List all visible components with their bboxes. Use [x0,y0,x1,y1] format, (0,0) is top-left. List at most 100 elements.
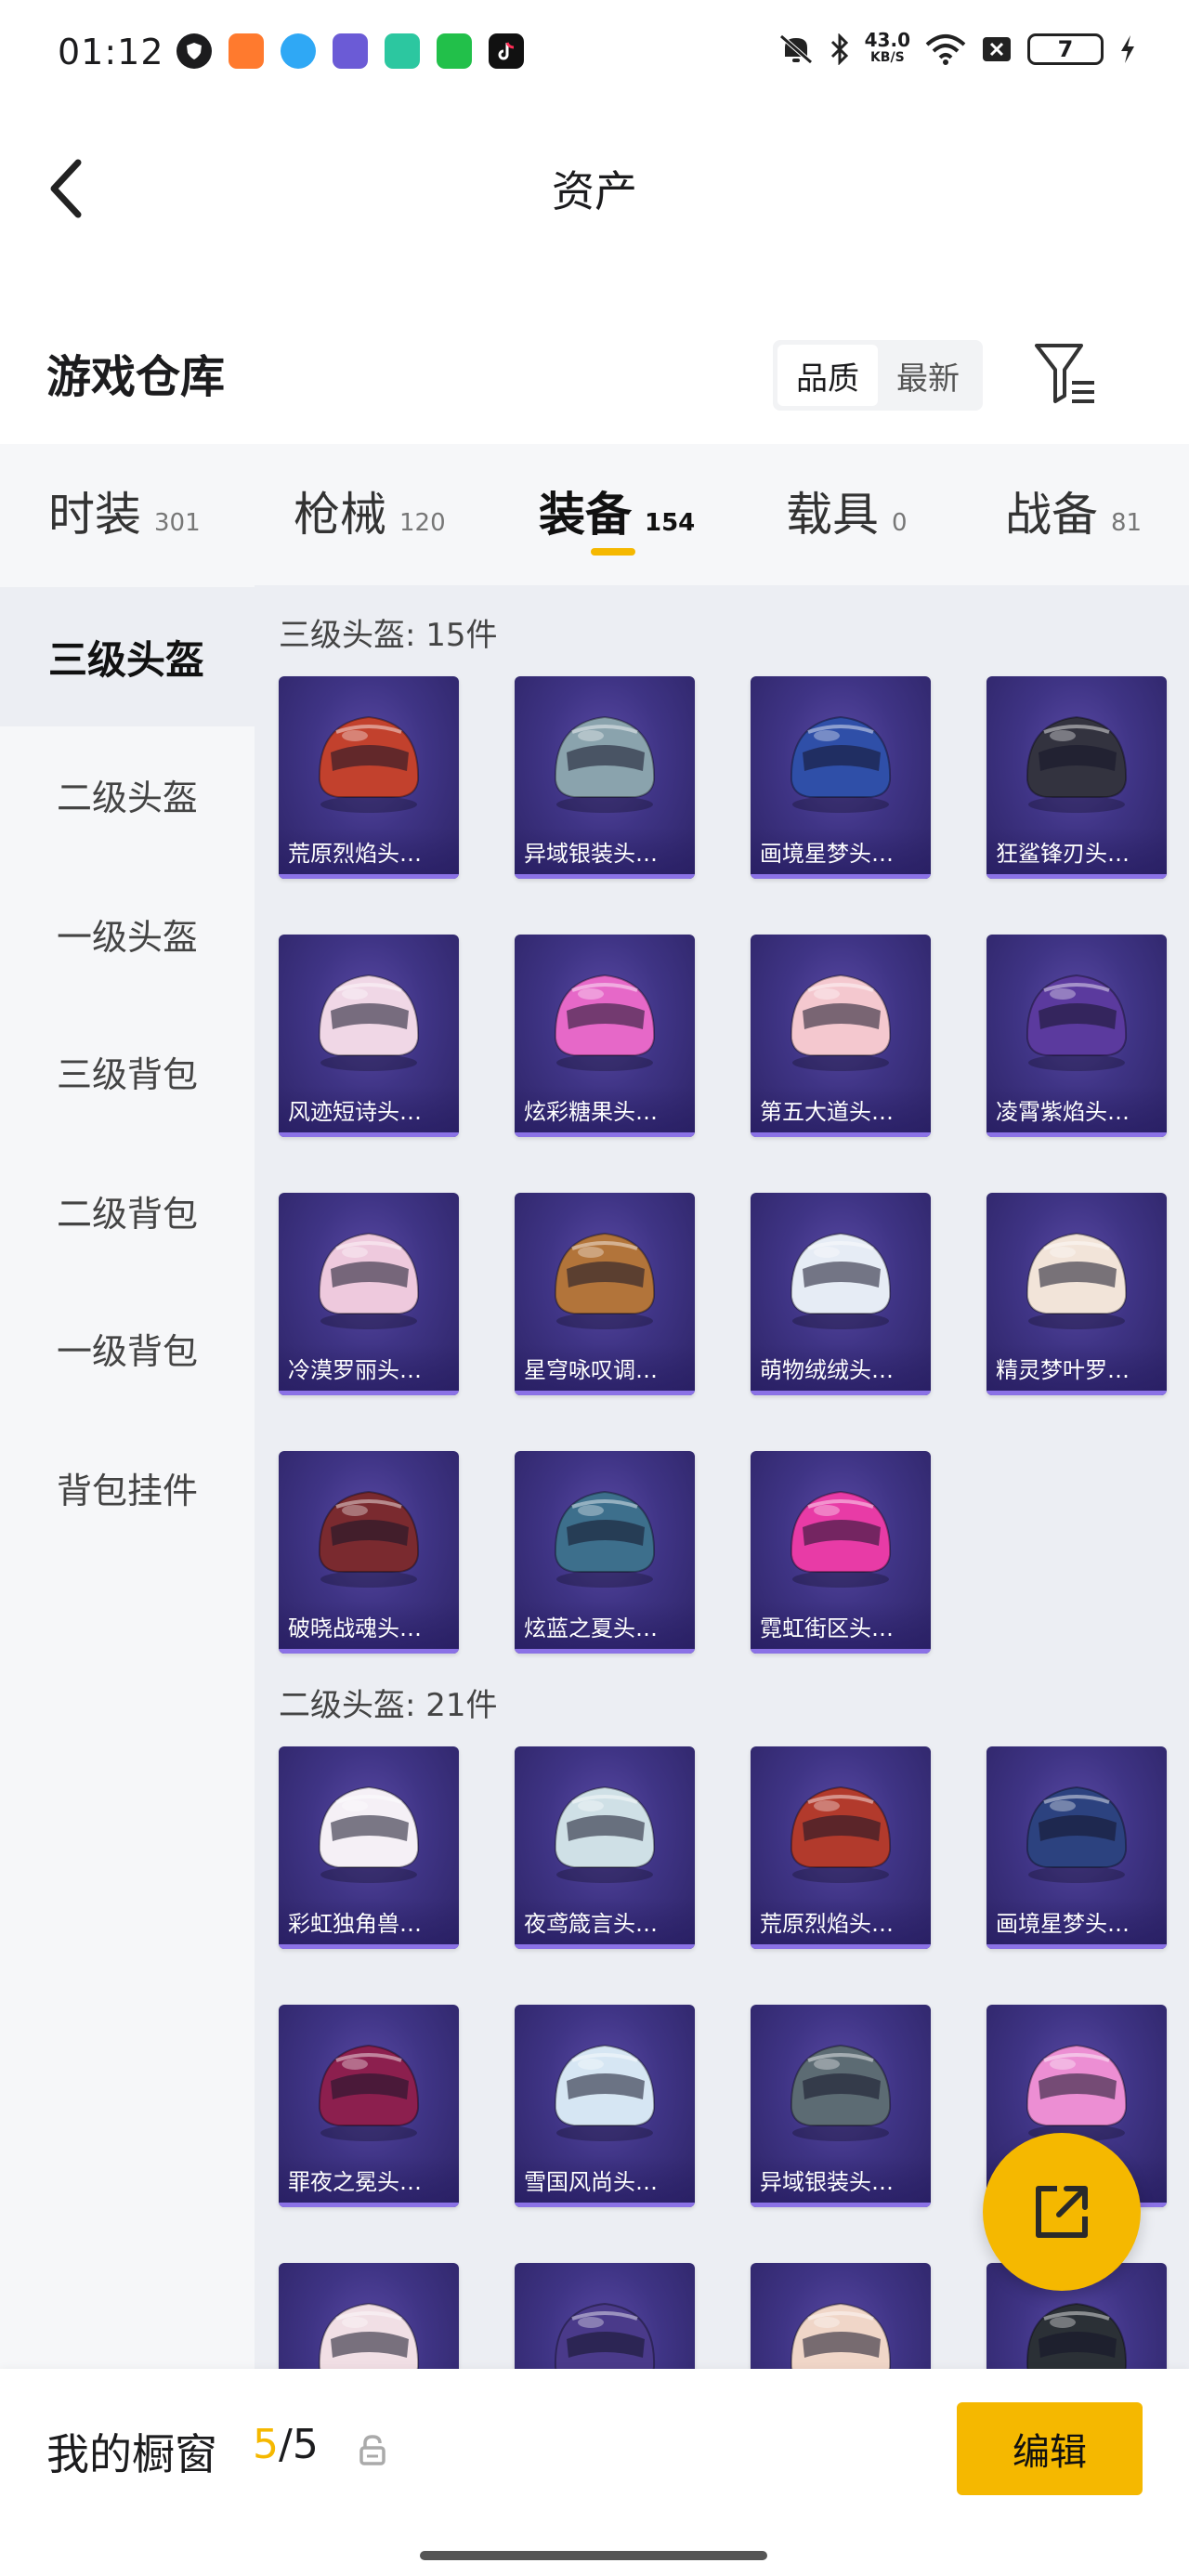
item-card[interactable]: 冷漠罗丽头… [279,1193,459,1395]
sidebar-item-level3-backpack[interactable]: 三级背包 [0,1001,255,1141]
item-name: 霓虹街区头… [751,1602,931,1649]
item-grid: 三级头盔: 15件 二级头盔: 21件 荒原烈焰头… 异域银装头… 画境星梦头… 狂鲨… [255,585,1189,2369]
shield-app-icon [176,33,212,69]
helmet-icon [790,2302,892,2369]
helmet-icon [1026,1232,1128,1329]
item-card[interactable]: 风迹短诗头… [279,935,459,1137]
item-card[interactable] [751,2263,931,2369]
tiktok-app-icon [489,33,524,69]
helmet-icon [790,974,892,1071]
share-fab[interactable] [983,2133,1141,2291]
item-card[interactable] [279,2263,459,2369]
item-name: 画境星梦头… [751,828,931,874]
status-bar: 01:12 43.0 KB/S 7 [0,0,1189,102]
item-name: 第五大道头… [751,1086,931,1132]
status-indicators: 43.0 KB/S 7 [777,29,1137,67]
helmet-icon [318,974,420,1071]
sort-by-newest[interactable]: 最新 [878,345,978,406]
sort-by-quality[interactable]: 品质 [777,345,878,406]
item-card[interactable]: 萌物绒绒头… [751,1193,931,1395]
item-card[interactable]: 凌霄紫焰头… [986,935,1167,1137]
mute-icon [778,34,813,64]
sidebar-item-level3-helmet[interactable]: 三级头盔 [0,587,255,726]
item-card[interactable]: 彩虹独角兽… [279,1746,459,1949]
showcase-label: 我的橱窗 [46,2429,217,2479]
helmet-icon [554,715,656,813]
helmet-icon [554,1785,656,1883]
item-card[interactable]: 荒原烈焰头… [279,676,459,879]
item-name: 雪国风尚头… [515,2156,695,2203]
helmet-icon [1026,1785,1128,1883]
helmet-icon [790,1232,892,1329]
sidebar-item-level2-helmet[interactable]: 二级头盔 [0,725,255,864]
item-card[interactable]: 第五大道头… [751,935,931,1137]
category-tabs: 时装 301 枪械 120 装备 154 载具 0 战备 81 [0,444,1189,585]
helmet-icon [790,715,892,813]
item-card[interactable]: 雪国风尚头… [515,2005,695,2207]
helmet-icon [1026,974,1128,1071]
item-name: 冷漠罗丽头… [279,1344,459,1391]
helmet-icon [554,2044,656,2141]
helmet-icon [1026,2302,1128,2369]
item-name: 荒原烈焰头… [279,828,459,874]
item-name: 凌霄紫焰头… [986,1086,1167,1132]
sidebar-item-level1-helmet[interactable]: 一级头盔 [0,864,255,1003]
filter-icon[interactable] [1033,340,1098,407]
item-name: 炫彩糖果头… [515,1086,695,1132]
item-card[interactable]: 炫彩糖果头… [515,935,695,1137]
item-card[interactable]: 狂鲨锋刃头… [986,676,1167,879]
item-card[interactable]: 画境星梦头… [751,676,931,879]
sim-off-icon [983,37,1011,61]
lock-icon[interactable] [359,2434,386,2465]
section-title-level2-helmet: 二级头盔: 21件 [279,1687,498,1724]
item-name: 狂鲨锋刃头… [986,828,1167,874]
sidebar-item-level2-backpack[interactable]: 二级背包 [0,1141,255,1280]
item-card[interactable]: 罪夜之冕头… [279,2005,459,2207]
item-card[interactable]: 异域银装头… [751,2005,931,2207]
helmet-icon [790,2044,892,2141]
section-title-level3-helmet: 三级头盔: 15件 [279,617,498,654]
item-card[interactable]: 炫蓝之夏头… [515,1451,695,1654]
tab-supplies[interactable]: 战备 81 [1005,477,1142,544]
helmet-icon [318,715,420,813]
net-speed: 43.0 KB/S [864,29,910,65]
showcase-bar: 我的橱窗 5/5 编辑 [0,2369,1189,2576]
share-icon [1036,2186,1088,2238]
sort-toggle: 品质 最新 [773,340,983,411]
tab-fashion[interactable]: 时装 301 [48,477,201,544]
item-name: 星穹咏叹调… [515,1344,695,1391]
item-card[interactable]: 夜鸢箴言头… [515,1746,695,1949]
tab-vehicles[interactable]: 载具 0 [786,477,908,544]
helmet-icon [1026,715,1128,813]
item-name: 罪夜之冕头… [279,2156,459,2203]
edit-button[interactable]: 编辑 [957,2402,1143,2495]
status-time: 01:12 [58,32,164,72]
helmet-icon [554,1490,656,1588]
tab-equipment[interactable]: 装备 154 [539,477,695,544]
item-card[interactable]: 霓虹街区头… [751,1451,931,1654]
subcategory-sidebar: 三级头盔 二级头盔 一级头盔 三级背包 二级背包 一级背包 背包挂件 [0,585,255,2369]
helmet-icon [318,2302,420,2369]
tab-firearms[interactable]: 枪械 120 [294,477,446,544]
helmet-icon [554,2302,656,2369]
item-card[interactable]: 破晓战魂头… [279,1451,459,1654]
item-card[interactable]: 异域银装头… [515,676,695,879]
home-indicator[interactable] [420,2551,767,2560]
item-name: 夜鸢箴言头… [515,1898,695,1944]
helmet-icon [554,974,656,1071]
item-name: 画境星梦头… [986,1898,1167,1944]
item-card[interactable]: 星穹咏叹调… [515,1193,695,1395]
sidebar-item-level1-backpack[interactable]: 一级背包 [0,1278,255,1418]
item-card[interactable]: 精灵梦叶罗… [986,1193,1167,1395]
helmet-icon [554,1232,656,1329]
warehouse-title: 游戏仓库 [46,351,226,403]
sidebar-item-backpack-charm[interactable]: 背包挂件 [0,1418,255,1557]
wifi-icon [925,34,966,65]
battery-indicator: 7 [1027,33,1104,65]
item-name: 炫蓝之夏头… [515,1602,695,1649]
item-card[interactable]: 画境星梦头… [986,1746,1167,1949]
item-card[interactable] [515,2263,695,2369]
helmet-icon [790,1785,892,1883]
item-card[interactable]: 荒原烈焰头… [751,1746,931,1949]
active-tab-indicator [591,548,635,556]
